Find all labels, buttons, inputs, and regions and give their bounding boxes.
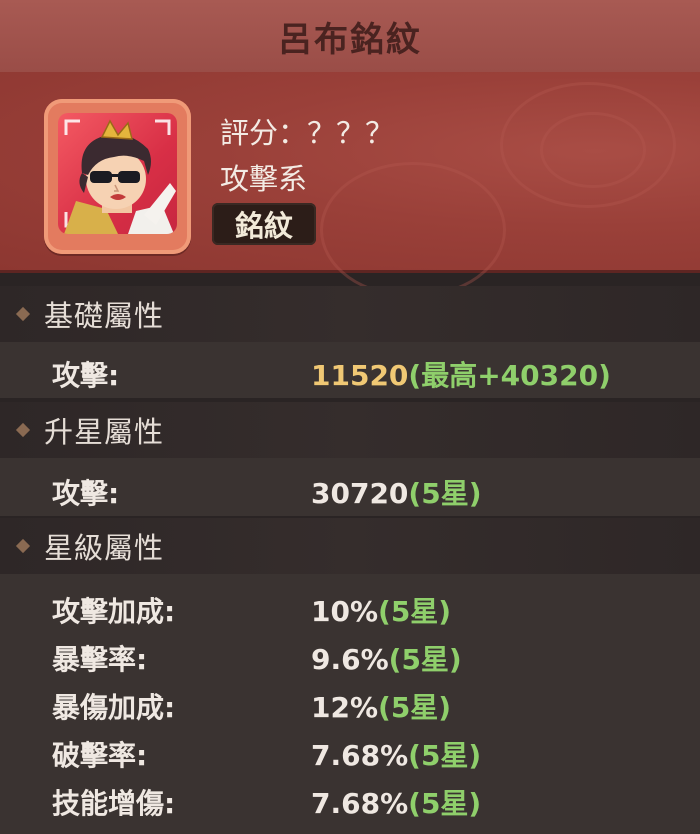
inscription-avatar[interactable] <box>44 99 191 254</box>
stat-name: 暴擊率: <box>52 643 148 676</box>
stat-row: 攻擊加成: 10%(5星) <box>0 582 700 630</box>
stat-value-number: 12% <box>311 691 379 724</box>
section-header-star-up: 升星屬性 <box>0 402 700 458</box>
stat-value-extra: (5星) <box>378 691 452 724</box>
section-title: 升星屬性 <box>44 415 165 449</box>
swirl-decoration <box>540 112 646 188</box>
stat-value-number: 11520 <box>311 359 409 392</box>
stat-name: 破擊率: <box>52 739 148 772</box>
stat-row: 破擊率: 7.68%(5星) <box>0 726 700 774</box>
inscription-header: 評分：？？？ 攻擊系 銘紋 <box>0 72 700 298</box>
stat-value-extra: (5星) <box>408 739 482 772</box>
stat-value-number: 7.68% <box>311 739 409 772</box>
type-label: 攻擊系 <box>220 162 308 196</box>
stat-name: 攻擊加成: <box>52 595 176 628</box>
stat-value: 7.68%(5星) <box>311 782 481 822</box>
stat-value-extra: (5星) <box>408 477 482 510</box>
diamond-bullet-icon <box>15 306 31 322</box>
stat-row: 暴擊率: 9.6%(5星) <box>0 630 700 678</box>
inscription-detail-panel: 呂布銘紋 評分：？？？ 攻擊系 銘紋 基礎屬性 攻擊: 11520(最高+403… <box>0 0 700 834</box>
section-title: 基礎屬性 <box>44 299 165 333</box>
stat-row: 攻擊: 11520(最高+40320) <box>0 346 700 394</box>
diamond-bullet-icon <box>15 538 31 554</box>
stat-value: 11520(最高+40320) <box>311 354 611 394</box>
swirl-decoration <box>320 162 506 298</box>
stat-value: 10%(5星) <box>311 590 451 630</box>
stat-value-extra: (5星) <box>408 787 482 820</box>
stat-value-extra: (5星) <box>388 643 462 676</box>
stat-value-number: 9.6% <box>311 643 389 676</box>
section-body-star-up: 攻擊: 30720(5星) <box>0 458 700 516</box>
stat-value: 9.6%(5星) <box>311 638 462 678</box>
lu-bu-portrait-icon <box>58 113 177 234</box>
score-label: 評分：？？？ <box>220 116 395 150</box>
stat-value: 12%(5星) <box>311 686 451 726</box>
stat-value-extra: (5星) <box>378 595 452 628</box>
stat-value: 30720(5星) <box>311 472 482 512</box>
stat-name: 攻擊: <box>52 477 120 510</box>
panel-title: 呂布銘紋 <box>278 19 422 60</box>
section-header-base: 基礎屬性 <box>0 286 700 342</box>
stat-row: 暴傷加成: 12%(5星) <box>0 678 700 726</box>
title-bar: 呂布銘紋 <box>0 0 700 74</box>
stat-value-extra: (最高+40320) <box>408 359 611 392</box>
stat-value: 7.68%(5星) <box>311 734 481 774</box>
section-body-star-level: 攻擊加成: 10%(5星) 暴擊率: 9.6%(5星) 暴傷加成: 12%(5星… <box>0 574 700 834</box>
inscription-tag: 銘紋 <box>212 203 316 245</box>
stat-value-number: 30720 <box>311 477 409 510</box>
stat-value-number: 7.68% <box>311 787 409 820</box>
section-title: 星級屬性 <box>44 531 165 565</box>
section-body-base: 攻擊: 11520(最高+40320) <box>0 342 700 398</box>
stat-row: 技能增傷: 7.68%(5星) <box>0 774 700 822</box>
diamond-bullet-icon <box>15 422 31 438</box>
section-header-star-level: 星級屬性 <box>0 518 700 574</box>
stat-value-number: 10% <box>311 595 379 628</box>
stat-name: 技能增傷: <box>52 787 176 820</box>
stat-name: 暴傷加成: <box>52 691 176 724</box>
stat-name: 攻擊: <box>52 359 120 392</box>
stat-row: 攻擊: 30720(5星) <box>0 464 700 512</box>
